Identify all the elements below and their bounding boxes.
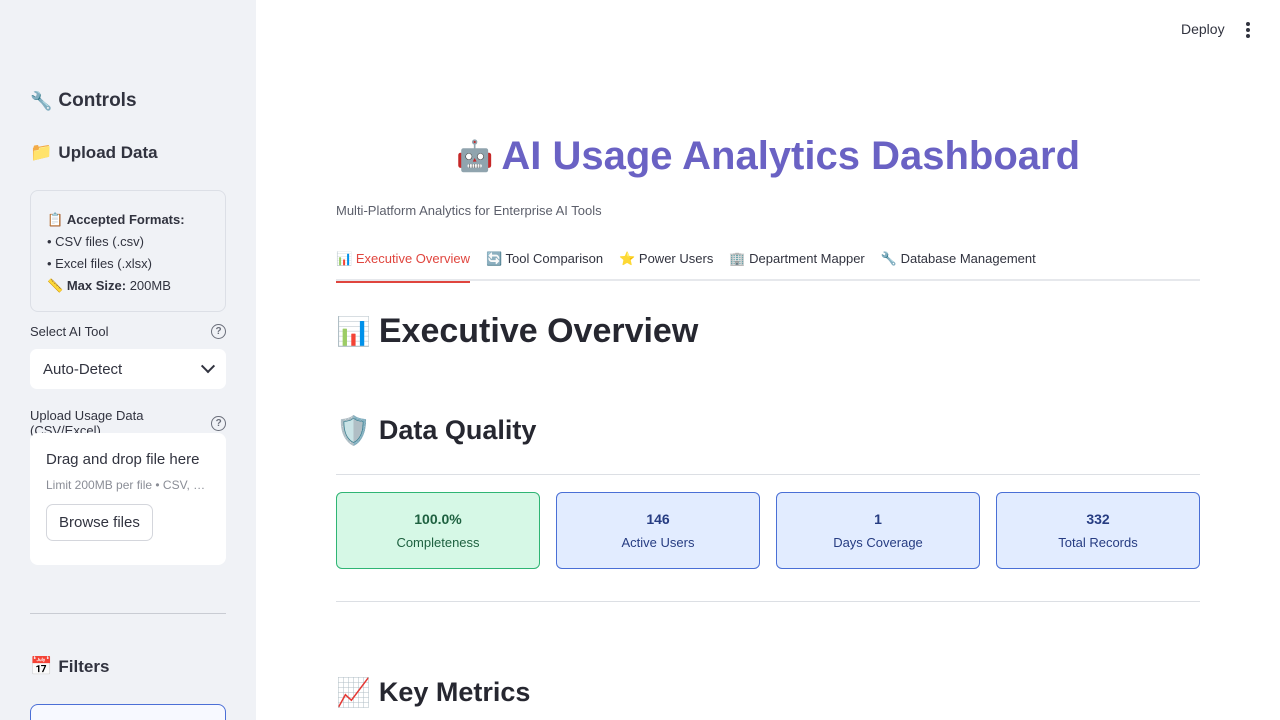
robot-icon: 🤖 bbox=[455, 140, 494, 173]
wrench-icon: 🔧 bbox=[30, 90, 53, 111]
metric-label: Active Users bbox=[621, 535, 695, 550]
tab-label: Department Mapper bbox=[749, 251, 865, 266]
metric-value: 100.0% bbox=[414, 511, 462, 527]
ruler-icon: 📏 bbox=[47, 278, 64, 293]
excel-format-item: • Excel files (.xlsx) bbox=[47, 256, 152, 271]
controls-title: Controls bbox=[58, 90, 137, 111]
help-icon[interactable]: ? bbox=[211, 415, 226, 431]
refresh-icon: 🔄 bbox=[485, 251, 503, 266]
tab-bar: 📊 Executive Overview 🔄 Tool Comparison ⭐… bbox=[336, 248, 1200, 283]
tab-label: Tool Comparison bbox=[505, 251, 604, 266]
tab-label: Executive Overview bbox=[355, 251, 470, 266]
sidebar-divider bbox=[30, 613, 226, 614]
tab-label: Power Users bbox=[638, 251, 714, 266]
tab-department-mapper[interactable]: 🏢 Department Mapper bbox=[729, 248, 864, 281]
star-icon: ⭐ bbox=[619, 251, 636, 266]
metric-value: 1 bbox=[874, 511, 882, 527]
help-icon[interactable]: ? bbox=[211, 324, 226, 339]
tab-label: Database Management bbox=[900, 251, 1036, 266]
wrench-icon: 🔧 bbox=[880, 251, 897, 266]
sidebar-controls-heading: 🔧 Controls bbox=[30, 90, 137, 112]
deploy-button[interactable]: Deploy bbox=[1181, 21, 1225, 37]
ai-tool-select-value: Auto-Detect bbox=[43, 360, 123, 378]
tab-power-users[interactable]: ⭐ Power Users bbox=[619, 248, 713, 281]
sidebar: 🔧 Controls 📁 Upload Data 📋 Accepted Form… bbox=[0, 0, 256, 720]
divider bbox=[336, 601, 1200, 602]
metric-label: Total Records bbox=[1058, 535, 1138, 550]
metric-label: Days Coverage bbox=[833, 535, 923, 550]
metric-card-completeness: 100.0% Completeness bbox=[336, 492, 540, 569]
section-title-text: Executive Overview bbox=[378, 312, 699, 350]
chart-icon: 📊 bbox=[336, 251, 353, 266]
browse-files-button[interactable]: Browse files bbox=[46, 504, 153, 541]
max-size-value: 200MB bbox=[129, 278, 171, 293]
metric-card-active-users: 146 Active Users bbox=[556, 492, 760, 569]
calendar-icon: 📅 bbox=[30, 656, 53, 676]
metric-label: Completeness bbox=[396, 535, 480, 550]
shield-icon: 🛡️ bbox=[336, 415, 371, 446]
key-metrics-heading: 📈 Key Metrics bbox=[336, 676, 530, 709]
key-metrics-title: Key Metrics bbox=[378, 677, 531, 707]
filters-title: Filters bbox=[58, 656, 110, 676]
page-subtitle: Multi-Platform Analytics for Enterprise … bbox=[336, 203, 602, 218]
tab-executive-overview[interactable]: 📊 Executive Overview bbox=[336, 248, 470, 283]
sidebar-upload-heading: 📁 Upload Data bbox=[30, 142, 158, 163]
accepted-formats-label: Accepted Formats: bbox=[66, 212, 185, 227]
metric-card-total-records: 332 Total Records bbox=[996, 492, 1200, 569]
trend-chart-icon: 📈 bbox=[336, 677, 371, 708]
bar-chart-icon: 📊 bbox=[336, 316, 371, 347]
accepted-formats-info: 📋 Accepted Formats: • CSV files (.csv) •… bbox=[30, 190, 226, 312]
main-menu-icon[interactable] bbox=[1245, 22, 1251, 38]
metric-value: 146 bbox=[646, 511, 670, 527]
metric-card-days-coverage: 1 Days Coverage bbox=[776, 492, 980, 569]
data-quality-title: Data Quality bbox=[378, 415, 537, 445]
csv-format-item: • CSV files (.csv) bbox=[47, 234, 145, 249]
sidebar-filters-heading: 📅 Filters bbox=[30, 656, 109, 677]
dropzone-limit: Limit 200MB per file • CSV, XLSX bbox=[46, 478, 210, 492]
metric-value: 332 bbox=[1086, 511, 1110, 527]
select-tool-label: Select AI Tool bbox=[30, 324, 109, 339]
dropzone-title: Drag and drop file here bbox=[46, 451, 200, 468]
date-filter-box[interactable] bbox=[30, 704, 226, 720]
tab-tool-comparison[interactable]: 🔄 Tool Comparison bbox=[486, 248, 603, 281]
tab-database-management[interactable]: 🔧 Database Management bbox=[881, 248, 1036, 281]
divider bbox=[336, 474, 1200, 475]
page-title-text: AI Usage Analytics Dashboard bbox=[501, 134, 1081, 178]
building-icon: 🏢 bbox=[729, 251, 746, 266]
data-quality-metrics: 100.0% Completeness 146 Active Users 1 D… bbox=[336, 492, 1200, 569]
clipboard-icon: 📋 bbox=[47, 212, 64, 227]
chevron-down-icon bbox=[200, 359, 216, 374]
folder-icon: 📁 bbox=[30, 142, 53, 162]
file-dropzone[interactable]: Drag and drop file here Limit 200MB per … bbox=[30, 433, 226, 565]
upload-title: Upload Data bbox=[58, 142, 158, 162]
data-quality-heading: 🛡️ Data Quality bbox=[336, 414, 536, 447]
max-size-label: Max Size: bbox=[66, 278, 127, 293]
ai-tool-select[interactable]: Auto-Detect bbox=[30, 349, 226, 389]
page-title: 🤖 AI Usage Analytics Dashboard bbox=[336, 134, 1200, 179]
select-tool-label-row: Select AI Tool ? bbox=[30, 324, 226, 339]
section-title: 📊 Executive Overview bbox=[336, 312, 698, 351]
